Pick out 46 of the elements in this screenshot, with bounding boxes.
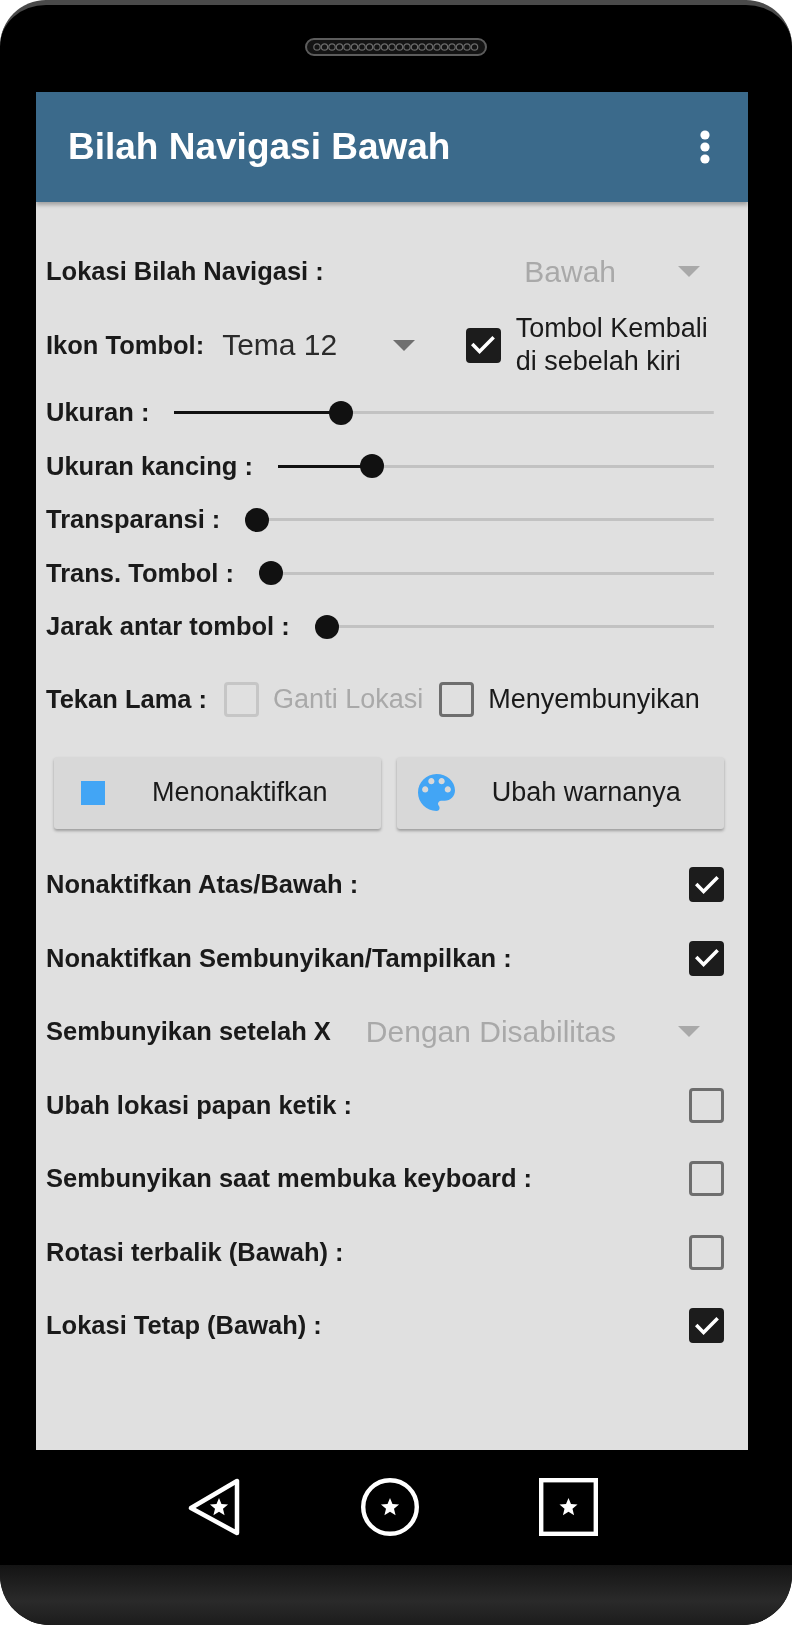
caret-icon bbox=[392, 339, 415, 351]
slider-thumb[interactable] bbox=[245, 507, 270, 532]
app-title: Bilah Navigasi Bawah bbox=[68, 126, 451, 168]
checkmark-icon bbox=[694, 875, 719, 894]
dropdown[interactable]: Tema 12 bbox=[222, 325, 417, 366]
slider-thumb[interactable] bbox=[314, 614, 339, 639]
caret-icon bbox=[678, 266, 700, 278]
setting-label: Sembunyikan setelah X bbox=[46, 1017, 331, 1047]
setting-label: Ubah lokasi papan ketik : bbox=[46, 1090, 353, 1120]
setting-label: Nonaktifkan Sembunyikan/Tampilkan : bbox=[46, 943, 512, 973]
setting-label: Trans. Tombol : bbox=[46, 558, 234, 588]
palette-icon bbox=[417, 774, 455, 811]
setting-label: Lokasi Tetap (Bawah) : bbox=[46, 1311, 322, 1341]
setting-label: Transparansi : bbox=[46, 505, 221, 535]
setting-label: Jarak antar tombol : bbox=[46, 612, 290, 642]
setting-label: Rotasi terbalik (Bawah) : bbox=[46, 1237, 344, 1267]
checkbox[interactable] bbox=[465, 327, 501, 363]
action-button[interactable]: Menonaktifkan bbox=[54, 756, 381, 829]
setting-label: Ukuran : bbox=[46, 398, 150, 428]
setting-label: Ikon Tombol: bbox=[46, 330, 205, 360]
slider-thumb[interactable] bbox=[329, 400, 354, 425]
checkbox[interactable] bbox=[689, 1308, 724, 1344]
more-options-icon[interactable] bbox=[700, 130, 710, 164]
checkmark-icon bbox=[471, 336, 496, 355]
setting-label: Ukuran kancing : bbox=[46, 451, 253, 481]
speaker-grille-icon bbox=[305, 37, 487, 56]
square-icon bbox=[81, 780, 105, 805]
checkbox[interactable] bbox=[689, 1161, 724, 1197]
slider-thumb[interactable] bbox=[360, 454, 385, 479]
caret-icon bbox=[678, 1026, 700, 1038]
checkbox-label: Menyembunyikan bbox=[488, 684, 700, 715]
checkbox[interactable] bbox=[689, 1087, 724, 1123]
setting-label: Sembunyikan saat membuka keyboard : bbox=[46, 1164, 533, 1194]
checkbox[interactable] bbox=[439, 682, 475, 717]
checkmark-icon bbox=[694, 1316, 719, 1335]
triangle-star-icon[interactable] bbox=[186, 1477, 241, 1536]
setting-label: Tekan Lama : bbox=[46, 685, 208, 714]
setting-label: Lokasi Bilah Navigasi : bbox=[46, 257, 324, 287]
action-button[interactable]: Ubah warnanya bbox=[396, 756, 724, 829]
slider-thumb[interactable] bbox=[258, 561, 283, 586]
checkbox-label: Tombol Kembali di sebelah kiri bbox=[515, 312, 709, 379]
checkbox[interactable] bbox=[689, 867, 724, 903]
setting-label: Nonaktifkan Atas/Bawah : bbox=[46, 870, 359, 900]
checkbox[interactable] bbox=[689, 940, 724, 976]
checkbox[interactable] bbox=[689, 1234, 724, 1270]
checkmark-icon bbox=[694, 949, 719, 968]
